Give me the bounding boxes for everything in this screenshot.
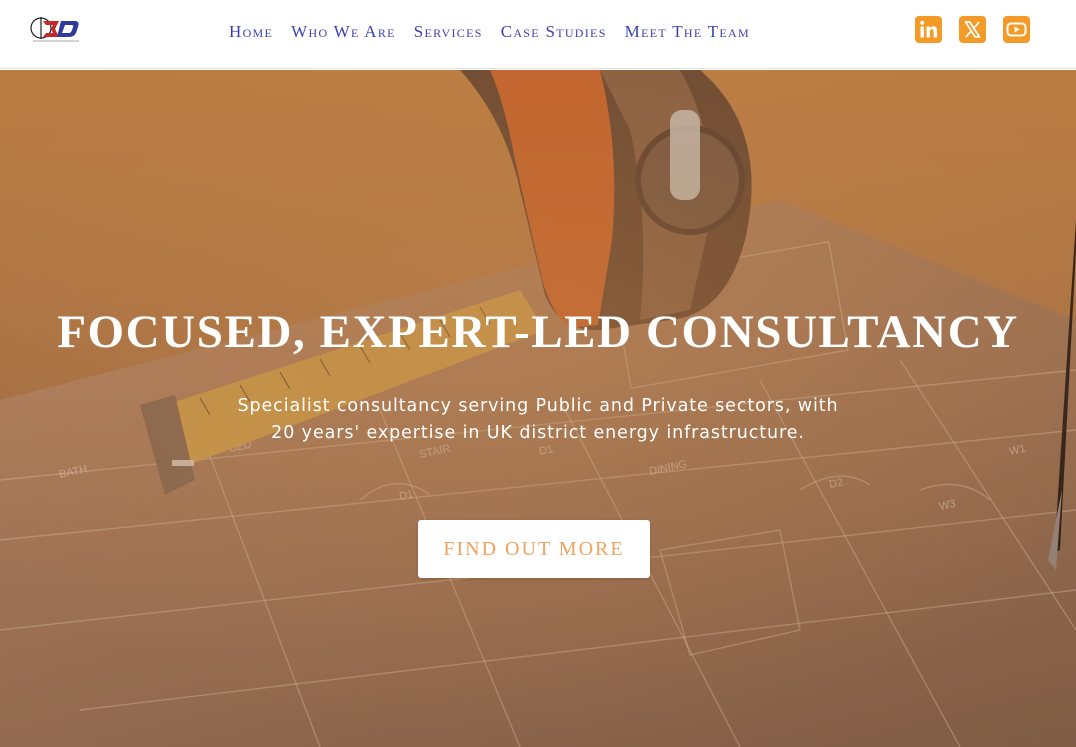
youtube-link[interactable] bbox=[1003, 16, 1030, 43]
hero-headline: FOCUSED, EXPERT-LED CONSULTANCY bbox=[57, 306, 1019, 358]
main-nav: Home Who We Are Services Case Studies Me… bbox=[220, 0, 759, 64]
hero-subtext: Specialist consultancy serving Public an… bbox=[188, 393, 888, 447]
nav-services[interactable]: Services bbox=[414, 22, 483, 42]
x-link[interactable] bbox=[959, 16, 986, 43]
hero-subtext-line-2: 20 years' expertise in UK district energ… bbox=[271, 423, 805, 443]
nav-meet-the-team[interactable]: Meet The Team bbox=[625, 22, 750, 42]
nav-who-we-are[interactable]: Who We Are bbox=[291, 22, 396, 42]
nav-home[interactable]: Home bbox=[229, 22, 273, 42]
find-out-more-button[interactable]: FIND OUT MORE bbox=[418, 520, 650, 578]
linkedin-icon bbox=[915, 16, 942, 43]
site-header: Home Who We Are Services Case Studies Me… bbox=[0, 0, 1076, 69]
x-icon bbox=[959, 16, 986, 43]
company-logo[interactable] bbox=[29, 15, 83, 45]
linkedin-link[interactable] bbox=[915, 16, 942, 43]
logo-icon bbox=[30, 17, 79, 42]
youtube-icon bbox=[1003, 16, 1030, 43]
hero-subtext-line-1: Specialist consultancy serving Public an… bbox=[237, 396, 839, 416]
nav-case-studies[interactable]: Case Studies bbox=[501, 22, 607, 42]
hero-section: BATH BED STAIR DINING D1 D2 D1 W1 W3 bbox=[0, 70, 1076, 747]
